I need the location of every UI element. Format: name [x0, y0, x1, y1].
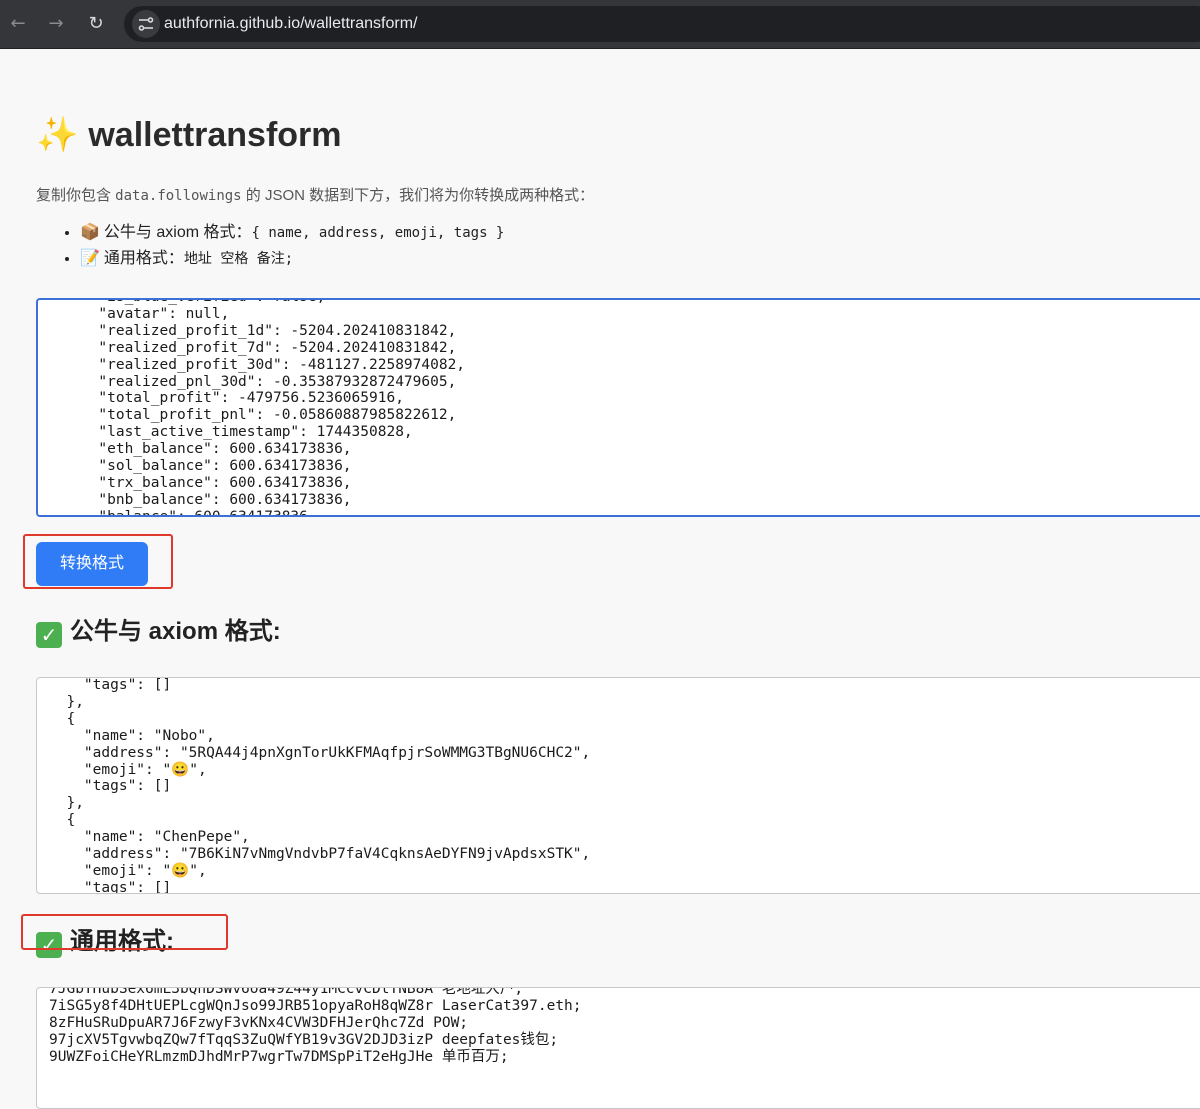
url-text[interactable]: authfornia.github.io/wallettransform/ — [164, 6, 417, 42]
axiom-output-text[interactable]: "tags": [] }, { "name": "Nobo", "address… — [49, 678, 590, 893]
forward-arrow-icon[interactable]: → — [44, 12, 68, 36]
format-item-axiom: 📦公牛与 axiom 格式：{ name, address, emoji, ta… — [80, 221, 504, 244]
back-arrow-icon[interactable]: ← — [6, 12, 30, 36]
generic-output-textarea[interactable]: 7JGbYHubSex6mL3bQhDSWv6oa49Z44y1MCcvCDtT… — [36, 987, 1200, 1109]
site-info-icon[interactable] — [132, 10, 160, 38]
generic-output-text[interactable]: 7JGbYHubSex6mL3bQhDSWv6oa49Z44y1MCcvCDtT… — [49, 988, 582, 1066]
format-label: 通用格式： — [103, 250, 184, 267]
format-code: { name, address, emoji, tags } — [251, 225, 505, 241]
intro-code: data.followings — [115, 188, 242, 204]
format-label: 公牛与 axiom 格式： — [103, 224, 252, 241]
format-list: 📦公牛与 axiom 格式：{ name, address, emoji, ta… — [64, 221, 504, 273]
intro-before: 复制你包含 — [36, 187, 116, 204]
memo-icon: 📝 — [80, 248, 100, 267]
format-code: 地址 空格 备注; — [183, 251, 294, 267]
section-title-axiom: ✓ 公牛与 axiom 格式: — [36, 611, 281, 648]
highlight-annotation-generic — [21, 914, 228, 950]
page-title: ✨ wallettransform — [36, 115, 342, 155]
json-input-text[interactable]: "is_blue_verified": false, "avatar": nul… — [46, 300, 465, 515]
reload-icon[interactable]: ↻ — [84, 12, 108, 36]
sparkles-icon: ✨ — [36, 115, 79, 155]
page-title-text: wallettransform — [88, 116, 342, 154]
address-bar[interactable]: authfornia.github.io/wallettransform/ — [124, 6, 1200, 42]
check-mark-icon: ✓ — [36, 622, 62, 648]
section-title-text: 公牛与 axiom 格式: — [70, 618, 281, 645]
highlight-annotation-convert — [23, 534, 173, 589]
package-icon: 📦 — [80, 222, 100, 241]
intro-after: 的 JSON 数据到下方，我们将为你转换成两种格式： — [241, 187, 595, 204]
browser-toolbar: ← → ↻ authfornia.github.io/wallettransfo… — [0, 0, 1200, 49]
page-content: ✨ wallettransform 复制你包含 data.followings 的… — [0, 49, 1200, 1109]
json-input-textarea[interactable]: "is_blue_verified": false, "avatar": nul… — [36, 298, 1200, 517]
axiom-output-textarea[interactable]: "tags": [] }, { "name": "Nobo", "address… — [36, 677, 1200, 894]
intro-text: 复制你包含 data.followings 的 JSON 数据到下方，我们将为你… — [36, 184, 594, 205]
format-item-generic: 📝通用格式：地址 空格 备注; — [80, 247, 504, 270]
